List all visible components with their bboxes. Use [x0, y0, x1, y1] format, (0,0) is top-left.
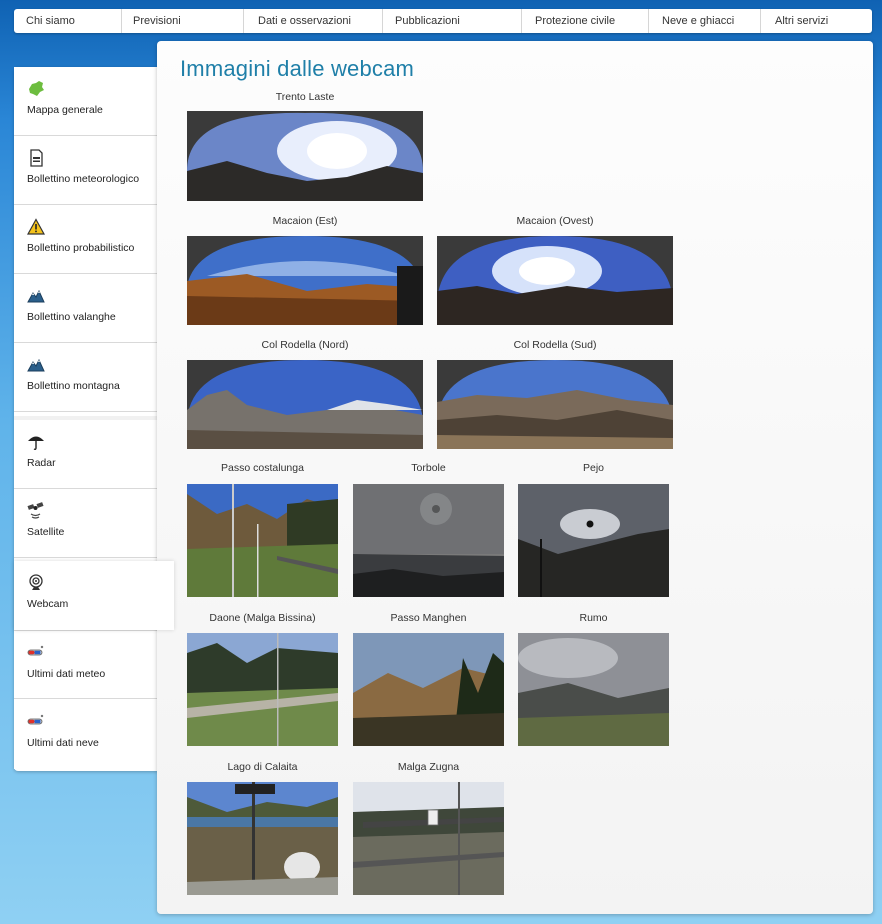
webcam-image[interactable] [187, 360, 423, 449]
warning-triangle-icon [27, 218, 45, 235]
sidebar-item-bollettino-meteorologico[interactable]: Bollettino meteorologico [14, 136, 158, 205]
sidebar-item-radar[interactable]: Radar [14, 416, 158, 489]
sidebar-item-bollettino-probabilistico[interactable]: Bollettino probabilistico [14, 205, 158, 274]
sidebar-item-ultimi-dati-meteo[interactable]: Ultimi dati meteo [14, 630, 158, 699]
webcam-image[interactable] [187, 236, 423, 325]
sidebar-item-label: Webcam [27, 598, 69, 610]
main-panel: Immagini dalle webcam Trento Laste Macai… [157, 41, 873, 914]
thermometer-icon [27, 714, 44, 725]
webcam-image[interactable] [518, 633, 669, 746]
webcam-pejo[interactable]: Pejo [518, 462, 669, 597]
webcam-daone-malga-bissina[interactable]: Daone (Malga Bissina) [187, 612, 338, 746]
sidebar-item-label: Ultimi dati neve [27, 737, 99, 749]
webcam-caption: Macaion (Ovest) [516, 215, 594, 227]
satellite-icon [27, 502, 44, 519]
sidebar: Mappa generale Bollettino meteorologico … [14, 67, 174, 771]
nav-altri-servizi[interactable]: Altri servizi [761, 9, 872, 33]
nav-chi-siamo[interactable]: Chi siamo [14, 9, 122, 33]
webcam-caption: Torbole [411, 462, 446, 474]
mountain-icon [27, 289, 45, 303]
webcam-caption: Lago di Calaita [227, 761, 298, 773]
sidebar-item-ultimi-dati-neve[interactable]: Ultimi dati neve [14, 700, 158, 769]
sidebar-item-webcam[interactable]: Webcam [14, 561, 174, 630]
webcam-caption: Pejo [582, 462, 604, 474]
page-title: Immagini dalle webcam [180, 56, 415, 81]
webcam-lago-di-calaita[interactable]: Lago di Calaita [187, 761, 338, 895]
webcam-image[interactable] [187, 633, 338, 746]
document-icon [30, 149, 43, 167]
webcam-macaion-est[interactable]: Macaion (Est) [187, 215, 423, 325]
webcam-image[interactable] [187, 782, 338, 895]
sidebar-item-label: Satellite [27, 526, 65, 538]
webcam-caption: Passo costalunga [221, 462, 304, 474]
sidebar-item-label: Mappa generale [27, 104, 103, 116]
webcam-caption: Daone (Malga Bissina) [209, 612, 316, 624]
webcam-image[interactable] [187, 484, 338, 597]
webcam-caption: Trento Laste [275, 91, 335, 103]
webcam-image[interactable] [353, 782, 504, 895]
nav-neve-e-ghiacci[interactable]: Neve e ghiacci [649, 9, 761, 33]
sidebar-item-label: Bollettino probabilistico [27, 242, 135, 254]
mountain-icon [27, 358, 45, 372]
webcam-passo-costalunga[interactable]: Passo costalunga [187, 462, 338, 597]
webcam-col-rodella-nord[interactable]: Col Rodella (Nord) [187, 339, 423, 449]
webcam-malga-zugna[interactable]: Malga Zugna [353, 761, 504, 895]
nav-dati-e-osservazioni[interactable]: Dati e osservazioni [244, 9, 383, 33]
webcam-image[interactable] [437, 360, 673, 449]
sidebar-item-bollettino-valanghe[interactable]: Bollettino valanghe [14, 274, 158, 343]
webcam-caption: Rumo [579, 612, 608, 624]
webcam-col-rodella-sud[interactable]: Col Rodella (Sud) [437, 339, 673, 449]
webcam-image[interactable] [437, 236, 673, 325]
webcam-caption: Passo Manghen [390, 612, 467, 624]
umbrella-icon [28, 436, 44, 451]
webcam-caption: Col Rodella (Sud) [513, 339, 597, 351]
sidebar-item-mappa-generale[interactable]: Mappa generale [14, 67, 158, 136]
webcam-torbole[interactable]: Torbole [353, 462, 504, 597]
top-navigation: Chi siamo Previsioni Dati e osservazioni… [14, 9, 872, 33]
thermometer-icon [27, 645, 44, 656]
webcam-trento-laste[interactable]: Trento Laste [187, 91, 423, 201]
webcam-image[interactable] [353, 484, 504, 597]
sidebar-item-label: Bollettino valanghe [27, 311, 116, 323]
webcam-passo-manghen[interactable]: Passo Manghen [353, 612, 504, 746]
webcam-icon [29, 574, 43, 590]
sidebar-item-label: Ultimi dati meteo [27, 668, 106, 680]
nav-previsioni[interactable]: Previsioni [122, 9, 244, 33]
sidebar-item-label: Radar [27, 457, 56, 469]
sidebar-item-satellite[interactable]: Satellite [14, 489, 158, 558]
sidebar-item-label: Bollettino montagna [27, 380, 120, 392]
sidebar-item-label: Bollettino meteorologico [27, 173, 140, 185]
webcam-caption: Col Rodella (Nord) [261, 339, 349, 351]
webcam-image[interactable] [187, 111, 423, 201]
nav-protezione-civile[interactable]: Protezione civile [522, 9, 649, 33]
webcam-image[interactable] [353, 633, 504, 746]
sidebar-item-bollettino-montagna[interactable]: Bollettino montagna [14, 343, 158, 412]
webcam-image[interactable] [518, 484, 669, 597]
trentino-map-icon [29, 81, 44, 96]
webcam-rumo[interactable]: Rumo [518, 612, 669, 746]
nav-pubblicazioni[interactable]: Pubblicazioni [383, 9, 522, 33]
webcam-macaion-ovest[interactable]: Macaion (Ovest) [437, 215, 673, 325]
webcam-caption: Malga Zugna [397, 761, 460, 773]
webcam-caption: Macaion (Est) [272, 215, 338, 227]
